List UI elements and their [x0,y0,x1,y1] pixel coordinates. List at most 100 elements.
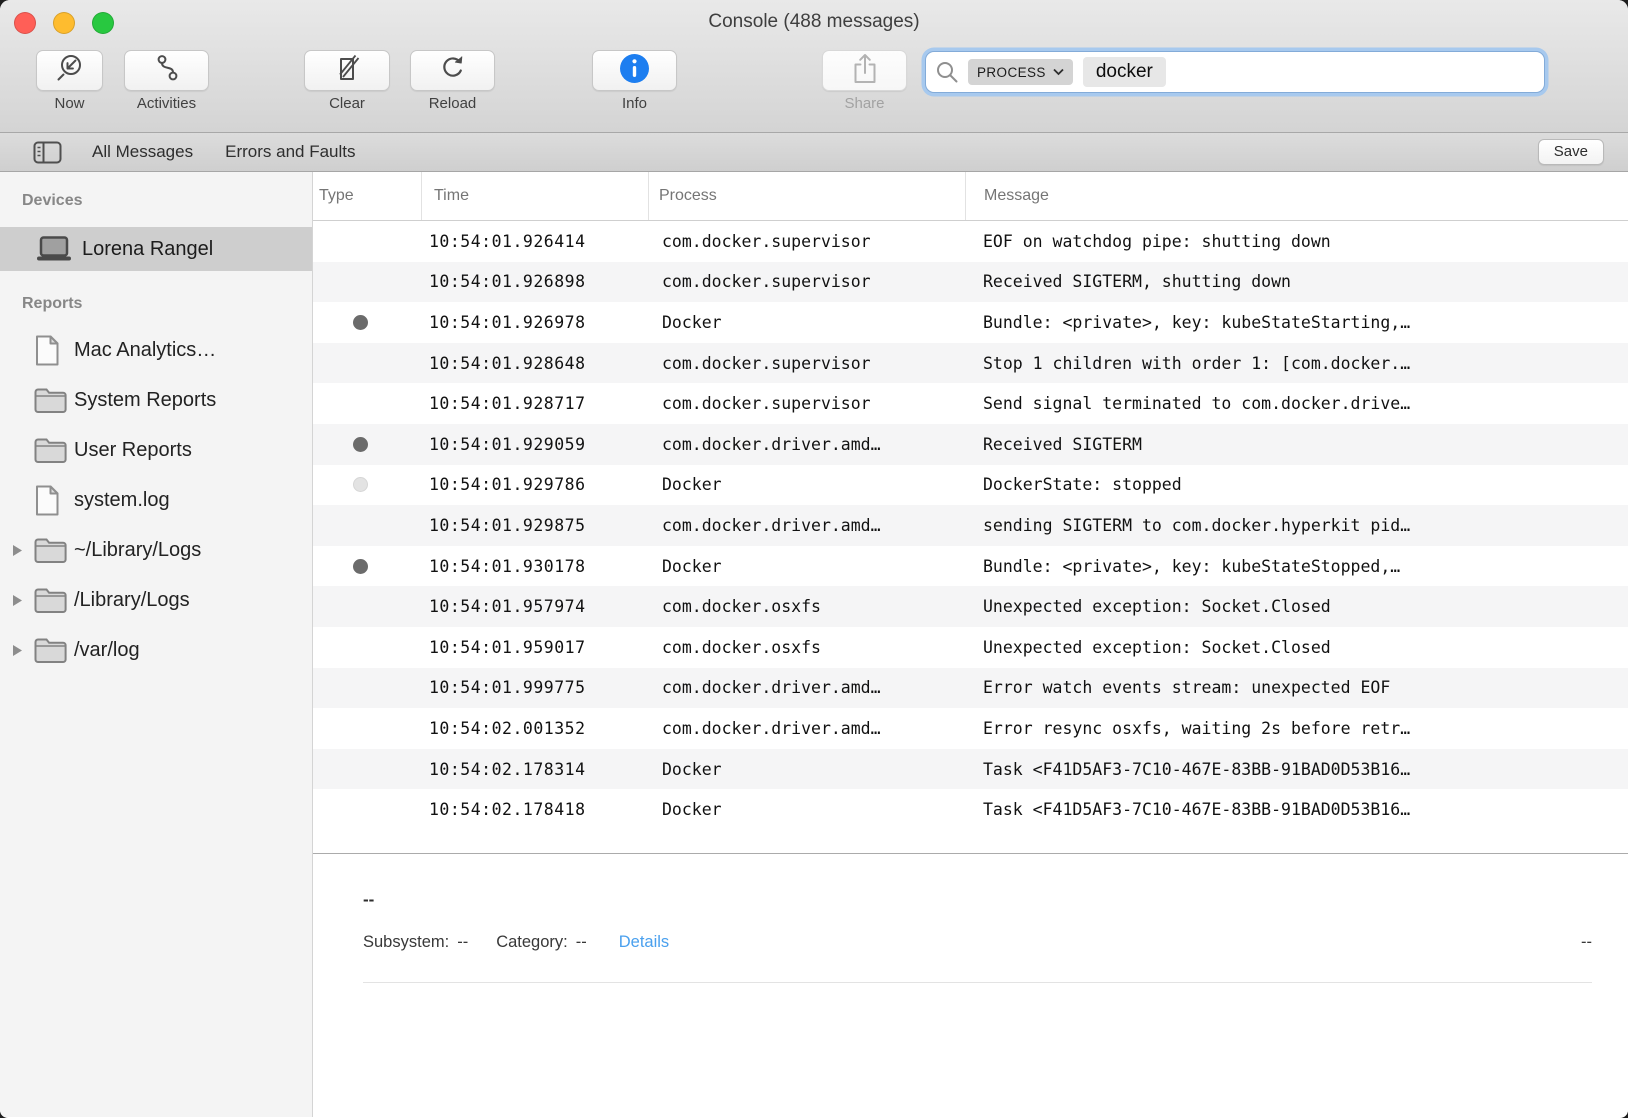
table-row[interactable]: 10:54:01.957974com.docker.osxfsUnexpecte… [313,586,1628,627]
column-header-process[interactable]: Process [648,172,965,220]
traffic-lights [14,12,114,34]
table-row[interactable]: 10:54:01.929786DockerDockerState: stoppe… [313,465,1628,506]
console-window: Console (488 messages) Now Activities [0,0,1628,1118]
now-button[interactable]: Now [36,50,103,112]
details-link[interactable]: Details [619,933,669,952]
save-button[interactable]: Save [1538,139,1604,165]
column-header-message[interactable]: Message [965,172,1628,220]
chevron-down-icon [1053,68,1064,76]
info-icon [619,53,650,89]
folder-icon [34,637,74,664]
window-body: Devices Lorena Rangel Reports Mac Analyt… [0,172,1628,1117]
disclosure-triangle-icon[interactable] [12,644,34,657]
tab-errors-and-faults[interactable]: Errors and Faults [225,142,355,162]
zoom-window-button[interactable] [92,12,114,34]
table-row[interactable]: 10:54:01.959017com.docker.osxfsUnexpecte… [313,627,1628,668]
table-row[interactable]: 10:54:01.928717com.docker.supervisorSend… [313,383,1628,424]
message-cell: Received SIGTERM, shutting down [965,272,1628,291]
log-level-dot [353,477,368,492]
folder-icon [34,537,74,564]
reload-button[interactable]: Reload [410,50,495,112]
minimize-window-button[interactable] [53,12,75,34]
detail-right-value: -- [1581,933,1592,952]
table-row[interactable]: 10:54:02.001352com.docker.driver.amd…Err… [313,708,1628,749]
time-cell: 10:54:01.928717 [421,394,648,413]
message-cell: Error watch events stream: unexpected EO… [965,678,1628,697]
sidebar-item-library-logs[interactable]: ~/Library/Logs [0,525,312,575]
subsystem-label: Subsystem: [363,933,449,952]
column-header-type[interactable]: Type [313,172,421,220]
time-cell: 10:54:01.929786 [421,475,648,494]
table-row[interactable]: 10:54:01.999775com.docker.driver.amd…Err… [313,668,1628,709]
table-row[interactable]: 10:54:01.928648com.docker.supervisorStop… [313,343,1628,384]
sidebar-item-user-reports[interactable]: User Reports [0,425,312,475]
message-cell: Bundle: <private>, key: kubeStateStopped… [965,557,1628,576]
info-button[interactable]: Info [592,50,677,112]
sidebar-item-mac-analytics[interactable]: Mac Analytics… [0,325,312,375]
activities-button[interactable]: Activities [124,50,209,112]
sidebar-item-label: /Library/Logs [74,589,190,612]
time-cell: 10:54:01.959017 [421,638,648,657]
time-cell: 10:54:02.178314 [421,760,648,779]
search-filter-token[interactable]: PROCESS [968,59,1073,85]
sidebar-item-system-log[interactable]: system.log [0,475,312,525]
sidebar-item-library-logs[interactable]: /Library/Logs [0,575,312,625]
detail-pane: -- Subsystem: -- Category: -- Details -- [313,853,1628,983]
window-chrome: Console (488 messages) Now Activities [0,0,1628,133]
message-cell: Stop 1 children with order 1: [com.docke… [965,354,1628,373]
category-label: Category: [496,933,568,952]
time-cell: 10:54:01.926414 [421,232,648,251]
log-level-dot [353,315,368,330]
sidebar-item-var-log[interactable]: /var/log [0,625,312,675]
sidebar-item-label: /var/log [74,639,140,662]
table-row[interactable]: 10:54:01.926978DockerBundle: <private>, … [313,302,1628,343]
message-cell: Unexpected exception: Socket.Closed [965,638,1628,657]
log-table-body: 10:54:01.926414 com.docker.supervisor EOF … [313,221,1628,830]
search-field[interactable]: PROCESS docker [925,51,1545,93]
table-row[interactable]: 10:54:01.929059com.docker.driver.amd…Rec… [313,424,1628,465]
time-cell: 10:54:01.929875 [421,516,648,535]
jump-to-now-icon [55,53,85,88]
window-title: Console (488 messages) [0,0,1628,33]
table-row[interactable]: 10:54:02.178314DockerTask <F41D5AF3-7C10… [313,749,1628,790]
sidebar-heading-reports: Reports [0,295,312,317]
search-query-token[interactable]: docker [1083,57,1166,87]
time-cell: 10:54:01.929059 [421,435,648,454]
process-cell: Docker [648,475,965,494]
message-cell: EOF on watchdog pipe: shutting down [965,232,1628,251]
table-row[interactable]: 10:54:01.926898com.docker.supervisorRece… [313,262,1628,303]
sidebar-report-list: Mac Analytics…System ReportsUser Reports… [0,325,312,675]
process-cell: com.docker.supervisor [648,354,965,373]
table-row[interactable]: 10:54:02.178418DockerTask <F41D5AF3-7C10… [313,789,1628,830]
message-cell: Error resync osxfs, waiting 2s before re… [965,719,1628,738]
column-header-time[interactable]: Time [421,172,648,220]
sidebar-item-system-reports[interactable]: System Reports [0,375,312,425]
toggle-sidebar-button[interactable] [33,141,62,164]
time-cell: 10:54:01.926978 [421,313,648,332]
subsystem-value: -- [457,933,468,952]
close-window-button[interactable] [14,12,36,34]
disclosure-triangle-icon[interactable] [12,544,34,557]
table-row[interactable]: 10:54:01.929875com.docker.driver.amd…sen… [313,505,1628,546]
document-icon [34,485,74,516]
process-cell: com.docker.driver.amd… [648,516,965,535]
message-cell: Task <F41D5AF3-7C10-467E-83BB-91BAD0D53B… [965,760,1628,779]
clear-button[interactable]: Clear [304,50,390,112]
process-cell: com.docker.driver.amd… [648,678,965,697]
share-button[interactable]: Share [822,50,907,112]
sidebar: Devices Lorena Rangel Reports Mac Analyt… [0,172,313,1117]
type-cell [313,477,421,492]
folder-icon [34,587,74,614]
device-name: Lorena Rangel [82,238,213,261]
type-cell [313,437,421,452]
sidebar-item-device[interactable]: Lorena Rangel [0,227,312,271]
folder-icon [34,387,74,414]
reload-icon [438,53,468,88]
detail-message-placeholder: -- [363,890,1592,910]
table-row[interactable]: 10:54:01.930178DockerBundle: <private>, … [313,546,1628,587]
tab-all-messages[interactable]: All Messages [92,142,193,162]
disclosure-triangle-icon[interactable] [12,594,34,607]
time-cell: 10:54:01.957974 [421,597,648,616]
table-row[interactable]: 10:54:01.926414com.docker.supervisorEOF … [313,221,1628,262]
process-cell: Docker [648,800,965,819]
